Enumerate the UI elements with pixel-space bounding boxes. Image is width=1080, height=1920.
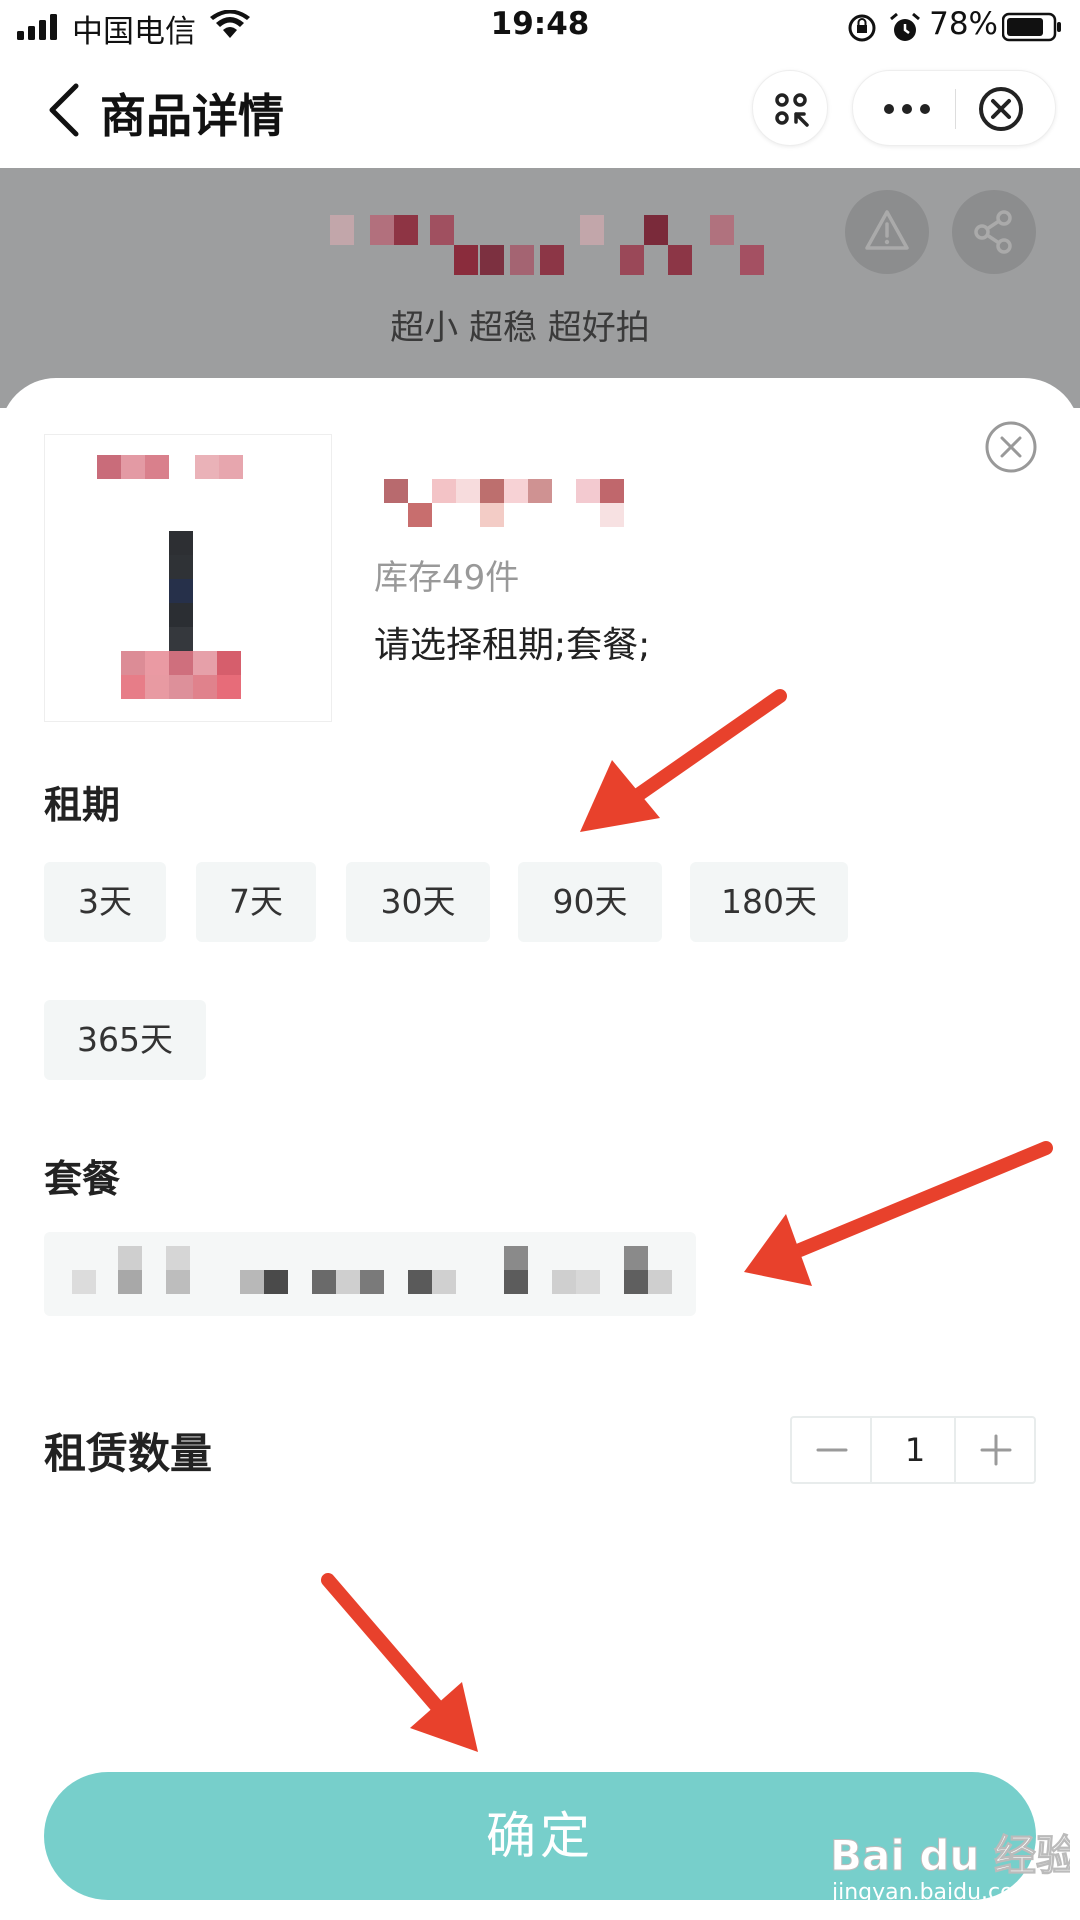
increase-button[interactable] — [954, 1418, 1034, 1482]
more-icon[interactable] — [881, 95, 933, 123]
back-arrow-icon[interactable] — [44, 82, 84, 138]
battery-percent: 78% — [929, 6, 998, 42]
quantity-value[interactable]: 1 — [872, 1418, 958, 1482]
warning-icon — [865, 210, 909, 250]
period-option-30d[interactable]: 30天 — [346, 862, 490, 942]
package-label: 套餐 — [44, 1157, 121, 1201]
rental-period-label: 租期 — [44, 783, 121, 827]
share-icon — [974, 210, 1012, 254]
watermark-url: jingyan.baidu.com — [832, 1880, 1036, 1905]
minus-icon — [816, 1448, 848, 1452]
miniprogram-capsule — [852, 70, 1056, 146]
pixelated-product-name — [384, 479, 624, 527]
stock-count: 库存49件 — [374, 558, 520, 598]
scan-button[interactable] — [752, 70, 828, 146]
decrease-button[interactable] — [792, 1418, 872, 1482]
status-bar: 中国电信 19:48 78% — [0, 0, 1080, 54]
alarm-icon — [890, 12, 920, 41]
package-option[interactable] — [44, 1232, 696, 1316]
page-title: 商品详情 — [100, 89, 284, 143]
navigation-bar: 商品详情 — [0, 54, 1080, 168]
period-option-7d[interactable]: 7天 — [196, 862, 316, 942]
banner-subtitle: 超小 超稳 超好拍 — [390, 308, 650, 348]
pixelated-package-name — [72, 1246, 672, 1294]
quantity-stepper: 1 — [790, 1416, 1036, 1484]
share-button[interactable] — [952, 190, 1036, 274]
report-button[interactable] — [845, 190, 929, 274]
selection-prompt: 请选择租期;套餐; — [374, 625, 651, 666]
battery-icon — [1002, 12, 1061, 42]
product-thumbnail — [44, 434, 332, 722]
sheet-close-icon[interactable] — [984, 420, 1038, 474]
quantity-label: 租赁数量 — [44, 1429, 213, 1478]
period-option-180d[interactable]: 180天 — [690, 862, 848, 942]
period-option-90d[interactable]: 90天 — [518, 862, 662, 942]
watermark-brand: Bai du 经验 — [830, 1831, 1070, 1880]
scan-icon — [775, 93, 809, 127]
plus-icon — [980, 1434, 1012, 1466]
pixelated-product-image — [97, 455, 243, 699]
pixelated-product-title — [330, 215, 764, 275]
close-circle-icon[interactable] — [977, 85, 1025, 133]
rotation-lock-icon — [848, 14, 876, 42]
period-option-3d[interactable]: 3天 — [44, 862, 166, 942]
period-option-365d[interactable]: 365天 — [44, 1000, 206, 1080]
capsule-divider — [955, 89, 956, 129]
